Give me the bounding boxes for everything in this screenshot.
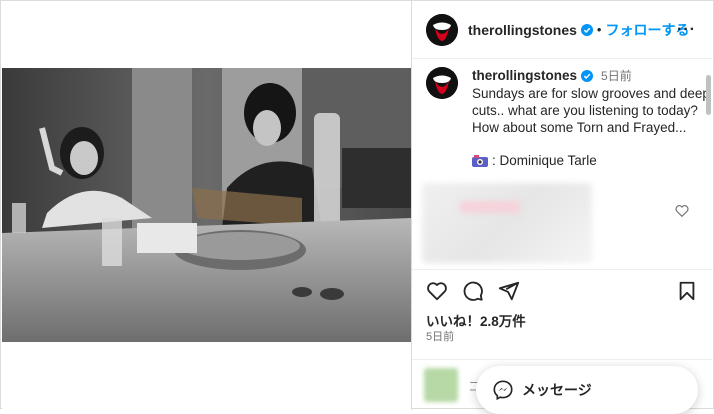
photo-credit: : Dominique Tarle [472,153,712,168]
caption-time[interactable]: 5日前 [601,67,632,84]
header-username[interactable]: therollingstones [468,22,577,38]
caption-text: Sundays are for slow grooves and deep cu… [472,86,710,135]
caption-avatar[interactable] [426,67,458,99]
action-bar: いいね！2.8万件 5日前 [412,269,714,359]
credit-text: : Dominique Tarle [492,153,597,168]
bookmark-icon[interactable] [676,280,698,302]
camera-emoji-icon [472,154,488,167]
comment-icon[interactable] [462,280,484,302]
post-header: therollingstones • フォローする ··· [412,1,714,59]
comments-scrollbar[interactable] [705,65,712,261]
verified-badge-icon [581,69,594,82]
likes-count[interactable]: いいね！2.8万件 [426,310,526,330]
comment-heart-icon[interactable] [674,203,690,219]
photo-pane [2,2,411,409]
more-icon[interactable]: ··· [677,21,696,39]
comments-area: therollingstones 5日前 Sundays are for slo… [412,59,714,269]
separator-dot: • [596,22,602,37]
share-icon[interactable] [498,280,520,302]
post-dialog: therollingstones • フォローする ··· therolling… [0,0,714,410]
caption-username[interactable]: therollingstones [472,68,577,83]
messenger-icon [493,380,513,401]
tongue-logo-icon [426,67,458,99]
photo-image [2,68,411,342]
heart-icon[interactable] [426,280,448,302]
post-date[interactable]: 5日前 [426,328,454,344]
message-label: メッセージ [522,382,592,398]
scrollbar-thumb[interactable] [706,75,711,115]
post-photo[interactable] [2,68,411,342]
tongue-logo-icon [426,13,458,46]
blurred-emoji[interactable] [424,368,458,402]
message-button[interactable]: メッセージ [476,366,698,414]
blurred-comment [422,183,592,263]
avatar[interactable] [426,13,458,46]
verified-badge-icon [580,23,593,36]
blurred-comment-text [460,201,520,213]
caption: therollingstones 5日前 Sundays are for slo… [426,67,710,168]
